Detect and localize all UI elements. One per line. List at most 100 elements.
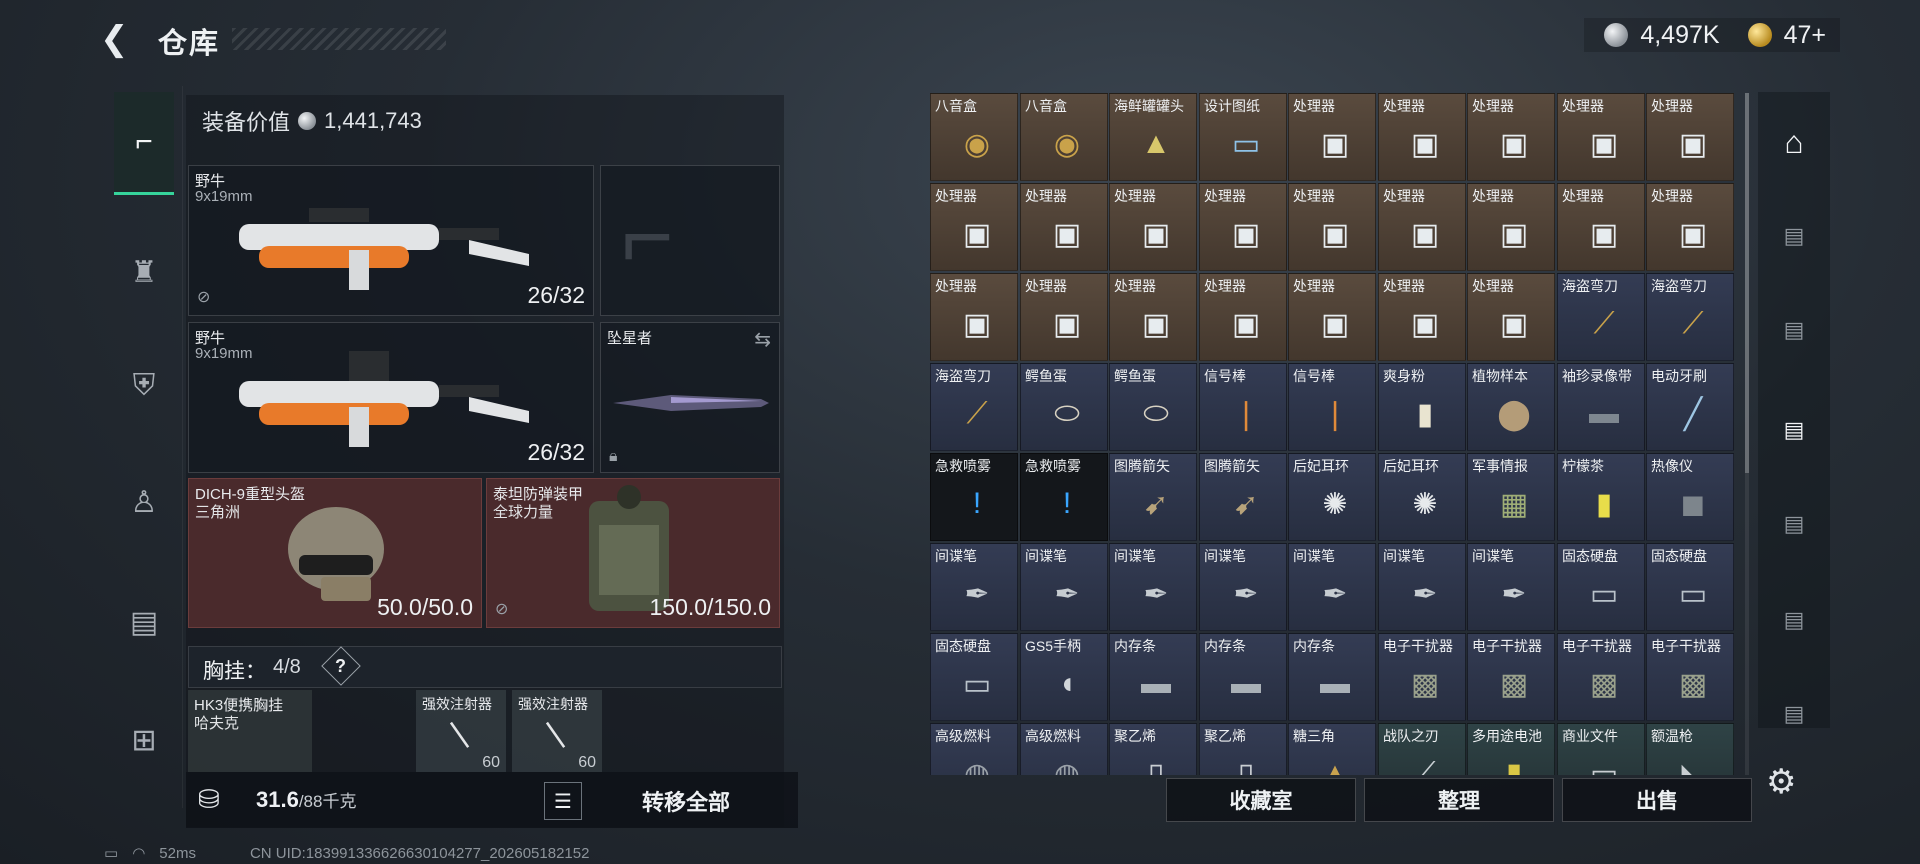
toolbox-tab[interactable]: ⊞ <box>114 690 174 790</box>
storage-item[interactable]: 处理器 ▣ <box>1109 183 1197 271</box>
storage-item[interactable]: 海盗弯刀 ⟋ <box>1646 273 1734 361</box>
backpack-tab[interactable]: ♙ <box>114 452 174 552</box>
storage-item[interactable]: 战队之刃 ⟋ <box>1378 723 1466 775</box>
swap-icon[interactable]: ⇆ <box>754 327 771 352</box>
storage-item[interactable]: 设计图纸 ▭ <box>1199 93 1287 181</box>
storage-item[interactable]: 处理器 ▣ <box>1467 273 1555 361</box>
transfer-all-button[interactable]: ☰ 转移全部 <box>544 780 794 822</box>
storage-item[interactable]: 电子干扰器 ▩ <box>1646 633 1734 721</box>
storage-item[interactable]: 急救喷雾! <box>930 453 1018 541</box>
storage-item[interactable]: 鳄鱼蛋 ⬭ <box>1109 363 1197 451</box>
storage-item[interactable]: 信号棒 ❘ <box>1199 363 1287 451</box>
storage-item[interactable]: 处理器 ▣ <box>1199 273 1287 361</box>
storage-item[interactable]: 处理器 ▣ <box>1467 183 1555 271</box>
storage-item[interactable]: 电子干扰器 ▩ <box>1557 633 1645 721</box>
storage-item[interactable]: 图腾箭矢 ➹ <box>1109 453 1197 541</box>
storage-item[interactable]: 急救喷雾! <box>1020 453 1108 541</box>
storage-item[interactable]: 高级燃料 ◍ <box>930 723 1018 775</box>
primary-weapon-slot-1[interactable]: 野牛 9x19mm ⊘ 26/32 <box>188 165 594 316</box>
storage-item[interactable]: 固态硬盘 ▭ <box>930 633 1018 721</box>
storage-item[interactable]: 八音盒 ◉ <box>930 93 1018 181</box>
rig-item-injector-2[interactable]: 强效注射器 ❘ 60 <box>512 690 602 772</box>
storage-item[interactable]: 袖珍录像带 ▬ <box>1557 363 1645 451</box>
storage-item[interactable]: 处理器 ▣ <box>1378 183 1466 271</box>
storage-item[interactable]: 处理器 ▣ <box>1646 93 1734 181</box>
settings-gear-icon[interactable]: ⚙ <box>1766 762 1796 802</box>
storage-item[interactable]: 电动牙刷 ╱ <box>1646 363 1734 451</box>
storage-item[interactable]: 处理器 ▣ <box>1557 183 1645 271</box>
storage-item[interactable]: 图腾箭矢 ➹ <box>1199 453 1287 541</box>
storage-item[interactable]: 间谍笔 ✒ <box>1288 543 1376 631</box>
storage-item[interactable]: 额温枪 ◣ <box>1646 723 1734 775</box>
storage-tab-1[interactable]: ▤ <box>1764 206 1824 266</box>
storage-tab-2[interactable]: ▤ <box>1764 300 1824 360</box>
storage-item[interactable]: 鳄鱼蛋 ⬭ <box>1020 363 1108 451</box>
storage-item[interactable]: 聚乙烯 ▯ <box>1109 723 1197 775</box>
helmet-tab[interactable]: ♜ <box>114 222 174 322</box>
storage-tab-6[interactable]: ▤ <box>1764 684 1824 744</box>
storage-item[interactable]: 信号棒 ❘ <box>1288 363 1376 451</box>
storage-scroll-thumb[interactable] <box>1745 93 1749 473</box>
storage-item[interactable]: 处理器 ▣ <box>1467 93 1555 181</box>
storage-tab-4[interactable]: ▤ <box>1764 494 1824 554</box>
storage-item[interactable]: 后妃耳环 ✺ <box>1378 453 1466 541</box>
storage-item[interactable]: 处理器 ▣ <box>1378 93 1466 181</box>
case-tab[interactable]: ▤ <box>114 572 174 672</box>
sell-button[interactable]: 出售 <box>1562 778 1752 822</box>
storage-item[interactable]: 植物样本 ⬤ <box>1467 363 1555 451</box>
storage-item[interactable]: 间谍笔 ✒ <box>1199 543 1287 631</box>
storage-item[interactable]: 处理器 ▣ <box>1288 93 1376 181</box>
help-icon[interactable]: ? <box>335 656 346 677</box>
storage-item[interactable]: 处理器 ▣ <box>1288 183 1376 271</box>
storage-item[interactable]: 间谍笔 ✒ <box>1109 543 1197 631</box>
storage-item[interactable]: 电子干扰器 ▩ <box>1467 633 1555 721</box>
storage-item[interactable]: 固态硬盘 ▭ <box>1557 543 1645 631</box>
storage-item[interactable]: 内存条 ▬ <box>1199 633 1287 721</box>
weapon-tab[interactable]: ⌐ <box>114 92 174 195</box>
storage-item[interactable]: 处理器 ▣ <box>1020 273 1108 361</box>
collection-room-button[interactable]: 收藏室 <box>1166 778 1356 822</box>
storage-item[interactable]: 处理器 ▣ <box>1288 273 1376 361</box>
storage-item[interactable]: 海盗弯刀 ⟋ <box>1557 273 1645 361</box>
storage-item[interactable]: 爽身粉 ▮ <box>1378 363 1466 451</box>
storage-item[interactable]: 多用途电池 ▮ <box>1467 723 1555 775</box>
storage-item[interactable]: 柠檬茶 ▮ <box>1557 453 1645 541</box>
storage-item[interactable]: 处理器 ▣ <box>1109 273 1197 361</box>
gold-amount[interactable]: 47+ <box>1784 21 1826 50</box>
storage-item[interactable]: GS5手柄 ◖ <box>1020 633 1108 721</box>
vault-tab[interactable]: ⌂ <box>1764 112 1824 172</box>
storage-item[interactable]: 间谍笔 ✒ <box>930 543 1018 631</box>
storage-item[interactable]: 糖三角 ▲ <box>1288 723 1376 775</box>
storage-item[interactable]: 高级燃料 ◍ <box>1020 723 1108 775</box>
storage-item[interactable]: 处理器 ▣ <box>1020 183 1108 271</box>
storage-tab-3[interactable]: ▤ <box>1764 400 1824 460</box>
pistol-slot[interactable]: ⌐ <box>600 165 780 316</box>
storage-item[interactable]: 军事情报 ▦ <box>1467 453 1555 541</box>
storage-item[interactable]: 聚乙烯 ▯ <box>1199 723 1287 775</box>
storage-item[interactable]: 处理器 ▣ <box>930 183 1018 271</box>
rig-item-slot[interactable]: HK3便携胸挂 哈夫克 <box>188 690 312 772</box>
storage-item[interactable]: 处理器 ▣ <box>1378 273 1466 361</box>
sort-button[interactable]: 整理 <box>1364 778 1554 822</box>
storage-item[interactable]: 八音盒 ◉ <box>1020 93 1108 181</box>
storage-item[interactable]: 间谍笔 ✒ <box>1378 543 1466 631</box>
primary-weapon-slot-2[interactable]: 野牛 9x19mm 26/32 <box>188 322 594 473</box>
storage-item[interactable]: 间谍笔 ✒ <box>1467 543 1555 631</box>
storage-item[interactable]: 处理器 ▣ <box>1646 183 1734 271</box>
storage-item[interactable]: 电子干扰器 ▩ <box>1378 633 1466 721</box>
storage-item[interactable]: 固态硬盘 ▭ <box>1646 543 1734 631</box>
helmet-slot[interactable]: DICH-9重型头盔 三角洲 50.0/50.0 <box>188 478 482 628</box>
storage-item[interactable]: 内存条 ▬ <box>1288 633 1376 721</box>
storage-tab-5[interactable]: ▤ <box>1764 590 1824 650</box>
rig-item-injector-1[interactable]: 强效注射器 ❘ 60 <box>416 690 506 772</box>
storage-item[interactable]: 海盗弯刀 ⟋ <box>930 363 1018 451</box>
melee-slot[interactable]: 坠星者 ⇆ 🔒︎ <box>600 322 780 473</box>
storage-item[interactable]: 处理器 ▣ <box>1199 183 1287 271</box>
back-arrow-icon[interactable]: ❮ <box>100 22 134 56</box>
storage-item[interactable]: 间谍笔 ✒ <box>1020 543 1108 631</box>
storage-item[interactable]: 商业文件 ▭ <box>1557 723 1645 775</box>
storage-item[interactable]: 后妃耳环 ✺ <box>1288 453 1376 541</box>
storage-item[interactable]: 内存条 ▬ <box>1109 633 1197 721</box>
storage-item[interactable]: 海鲜罐罐头 ▲ <box>1109 93 1197 181</box>
storage-item[interactable]: 处理器 ▣ <box>930 273 1018 361</box>
